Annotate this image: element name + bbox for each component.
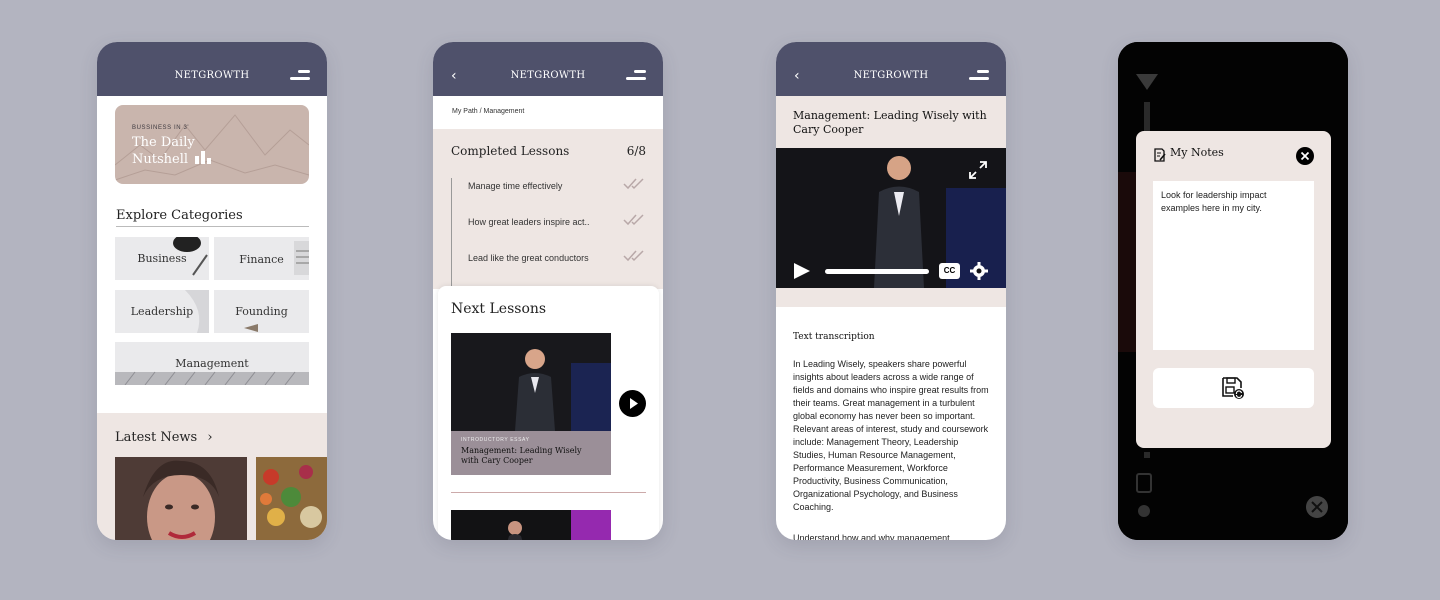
double-check-icon xyxy=(623,250,644,262)
app-header: ‹ NETGROWTH xyxy=(776,42,1006,96)
hamburger-icon[interactable] xyxy=(626,70,646,82)
next-lesson-thumbnail[interactable]: INTRODUCTORY ESSAY Management: Leading W… xyxy=(451,333,611,475)
category-label: Business xyxy=(137,252,187,265)
woman-portrait xyxy=(115,457,247,540)
lesson-title: Management: Leading Wisely with Cary Coo… xyxy=(461,446,582,465)
transcription-heading: Text transcription xyxy=(793,332,875,342)
chevron-right-icon: › xyxy=(207,430,213,445)
save-sync-icon xyxy=(1222,377,1244,399)
notes-dialog: My Notes Look for leadership impact exam… xyxy=(1136,131,1331,448)
save-note-button[interactable] xyxy=(1153,368,1314,408)
learning-path-screen: ‹ NETGROWTH My Path / Management Complet… xyxy=(433,42,663,540)
lesson-kicker: INTRODUCTORY ESSAY xyxy=(461,437,530,443)
completed-lesson-item[interactable]: How great leaders inspire act.. xyxy=(468,217,590,227)
lesson-title: Management: Leading Wisely with Cary Coo… xyxy=(793,109,987,136)
video-lesson-screen: ‹ NETGROWTH Management: Leading Wisely w… xyxy=(776,42,1006,540)
hamburger-icon[interactable] xyxy=(969,70,989,82)
category-management[interactable]: Management xyxy=(115,342,309,385)
completed-lessons-title: Completed Lessons xyxy=(451,144,570,158)
category-founding[interactable]: Founding xyxy=(214,290,309,333)
speaker-photo xyxy=(451,510,611,540)
nutshell-title: The Daily Nutshell xyxy=(132,135,195,167)
play-icon xyxy=(630,398,638,409)
close-icon[interactable] xyxy=(1296,147,1314,165)
nutshell-subtitle: BUSSINESS IN 3' xyxy=(132,125,190,131)
play-button[interactable] xyxy=(619,390,646,417)
completed-lesson-item[interactable]: Manage time effectively xyxy=(468,181,562,191)
latest-news-link[interactable]: Latest News › xyxy=(115,430,213,445)
settings-gear-icon[interactable] xyxy=(970,262,988,280)
completed-count: 6/8 xyxy=(626,144,646,158)
daily-nutshell-card[interactable]: BUSSINESS IN 3' The Daily Nutshell xyxy=(115,105,309,184)
notes-overlay-screen: My Notes Look for leadership impact exam… xyxy=(1118,42,1348,540)
thumbnail-caption: INTRODUCTORY ESSAY Management: Leading W… xyxy=(451,431,611,475)
double-check-icon xyxy=(623,178,644,190)
hamburger-icon[interactable] xyxy=(290,70,310,82)
bar-chart-icon xyxy=(195,151,211,164)
completed-lesson-item[interactable]: Lead like the great conductors xyxy=(468,253,589,263)
category-label: Finance xyxy=(239,253,284,266)
transcription-text: In Leading Wisely, speakers share powerf… xyxy=(793,359,989,512)
category-label: Management xyxy=(175,357,249,370)
fullscreen-icon[interactable] xyxy=(969,161,987,179)
closed-captions-button[interactable]: CC xyxy=(939,263,960,279)
category-label: Leadership xyxy=(130,305,194,318)
divider xyxy=(451,492,646,493)
video-progress-bar[interactable] xyxy=(825,269,929,274)
breadcrumb[interactable]: My Path / Management xyxy=(452,108,524,115)
divider xyxy=(116,226,309,227)
speaker-photo xyxy=(451,333,611,431)
notes-textarea[interactable]: Look for leadership impact examples here… xyxy=(1153,181,1314,350)
transcription-text-continued: Understand how and why management xyxy=(793,533,950,540)
video-player[interactable]: CC xyxy=(776,148,1006,288)
next-lessons-title: Next Lessons xyxy=(451,301,547,317)
home-screen: NETGROWTH BUSSINESS IN 3' The Daily Nuts… xyxy=(97,42,327,540)
category-leadership[interactable]: Leadership xyxy=(115,290,209,333)
news-food-image[interactable] xyxy=(256,457,327,540)
timeline-line xyxy=(451,178,452,288)
player-footer xyxy=(776,288,1006,307)
play-icon[interactable] xyxy=(793,262,811,280)
notes-title: My Notes xyxy=(1170,146,1224,159)
note-edit-icon xyxy=(1154,148,1166,162)
news-portrait-image[interactable] xyxy=(115,457,247,540)
explore-categories-title: Explore Categories xyxy=(116,208,243,223)
latest-news-title: Latest News xyxy=(115,430,198,445)
food-photo xyxy=(256,457,327,540)
double-check-icon xyxy=(623,214,644,226)
app-header: NETGROWTH xyxy=(97,42,327,96)
next-lesson-thumbnail[interactable] xyxy=(451,510,611,540)
app-header: ‹ NETGROWTH xyxy=(433,42,663,96)
category-label: Founding xyxy=(235,305,288,318)
category-business[interactable]: Business xyxy=(115,237,209,280)
category-finance[interactable]: Finance xyxy=(214,237,309,280)
